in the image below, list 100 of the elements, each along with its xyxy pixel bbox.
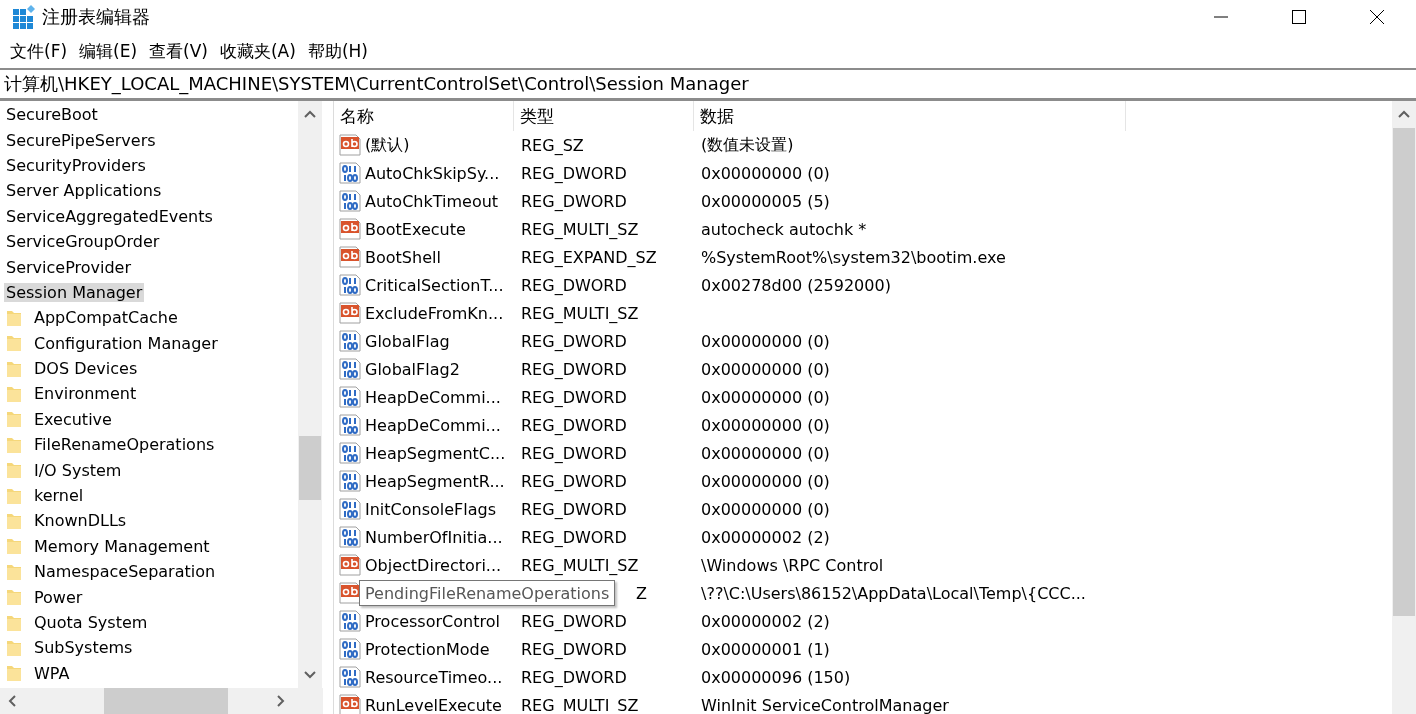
binary-value-icon: [339, 610, 361, 632]
table-cell: REG_DWORD: [521, 611, 627, 631]
table-cell: REG_EXPAND_SZ: [521, 247, 657, 267]
table-cell: ObjectDirectori...: [365, 555, 502, 575]
tree-item[interactable]: ServiceAggregatedEvents: [4, 206, 215, 226]
column-header[interactable]: 数据: [694, 101, 1126, 131]
scrollbar[interactable]: [1392, 101, 1416, 714]
tree-item[interactable]: ServiceProvider: [4, 257, 133, 277]
column-header[interactable]: 名称: [334, 101, 514, 131]
string-value-icon: [339, 246, 361, 268]
scroll-up-icon[interactable]: [304, 110, 316, 118]
table-cell: 0x00000001 (1): [701, 639, 830, 659]
table-cell: 0x00000000 (0): [701, 499, 830, 519]
tree-item[interactable]: SubSystems: [32, 638, 135, 658]
scroll-up-icon[interactable]: [1398, 110, 1410, 118]
scroll-thumb[interactable]: [104, 688, 228, 714]
folder-icon: [6, 638, 22, 657]
scroll-thumb[interactable]: [1393, 128, 1415, 616]
binary-value-icon: [339, 638, 361, 660]
scroll-down-icon[interactable]: [304, 671, 316, 679]
string-value-icon: [339, 302, 361, 324]
folder-icon: [6, 334, 22, 353]
folder-icon: [6, 588, 22, 607]
minimize-icon: [1213, 16, 1229, 18]
table-cell: 0x00278d00 (2592000): [701, 275, 891, 295]
table-cell: HeapDeCommi...: [365, 387, 501, 407]
table-cell: REG_MULTI_SZ: [521, 695, 639, 714]
folder-icon: [6, 359, 22, 378]
tree-item[interactable]: Configuration Manager: [32, 333, 220, 353]
table-cell: REG_DWORD: [521, 639, 627, 659]
table-cell: (默认): [365, 134, 410, 156]
table-cell: REG_DWORD: [521, 667, 627, 687]
table-cell: 0x00000000 (0): [701, 471, 830, 491]
tree-item[interactable]: Power: [32, 587, 85, 607]
menu-item[interactable]: 收藏夹(A): [213, 39, 302, 63]
table-cell: BootShell: [365, 247, 441, 267]
table-cell: %SystemRoot%\system32\bootim.exe: [701, 247, 1006, 267]
tree-item[interactable]: DOS Devices: [32, 359, 140, 379]
table-cell: 0x00000000 (0): [701, 331, 830, 351]
folder-icon: [6, 613, 22, 632]
scrollbar[interactable]: [0, 688, 323, 714]
table-cell: REG_SZ: [521, 135, 584, 155]
address-field[interactable]: 计算机\HKEY_LOCAL_MACHINE\SYSTEM\CurrentControlSet\Control\Session Manager: [0, 68, 1416, 101]
table-cell: NumberOfInitia...: [365, 527, 503, 547]
tree-item[interactable]: SecurePipeServers: [4, 130, 158, 150]
folder-icon: [6, 461, 22, 480]
tree-item[interactable]: SecureBoot: [4, 105, 100, 125]
maximize-icon: [1291, 9, 1307, 25]
folder-icon: [6, 308, 22, 327]
scroll-left-icon[interactable]: [8, 695, 16, 707]
table-cell: ProcessorControl: [365, 611, 500, 631]
column-header[interactable]: 类型: [514, 101, 694, 131]
table-cell: 0x00000002 (2): [701, 527, 830, 547]
table-cell: REG_DWORD: [521, 275, 627, 295]
scroll-thumb[interactable]: [299, 436, 321, 500]
table-cell: REG_DWORD: [521, 443, 627, 463]
folder-icon: [6, 562, 22, 581]
table-cell: AutoChkSkipSy...: [365, 163, 500, 183]
table-cell: REG_DWORD: [521, 191, 627, 211]
folder-icon: [6, 537, 22, 556]
table-cell: RunLevelExecute: [365, 695, 502, 714]
table-cell: ResourceTimeo...: [365, 667, 503, 687]
table-cell: REG_DWORD: [521, 415, 627, 435]
tree-item[interactable]: WPA: [32, 663, 72, 683]
tree-item[interactable]: Executive: [32, 409, 114, 429]
table-cell: REG_DWORD: [521, 359, 627, 379]
menu-item[interactable]: 查看(V): [143, 39, 214, 63]
folder-icon: [6, 435, 22, 454]
tree-item[interactable]: KnownDLLs: [32, 511, 129, 531]
table-cell: 0x00000000 (0): [701, 163, 830, 183]
tree-item[interactable]: ServiceGroupOrder: [4, 232, 162, 252]
tree-item[interactable]: FileRenameOperations: [32, 435, 217, 455]
tree-item[interactable]: SecurityProviders: [4, 155, 148, 175]
tree-item[interactable]: kernel: [32, 486, 86, 506]
tree-item[interactable]: AppCompatCache: [32, 308, 180, 328]
table-cell: InitConsoleFlags: [365, 499, 497, 519]
table-cell: 0x00000000 (0): [701, 387, 830, 407]
tree-item[interactable]: Quota System: [32, 613, 150, 632]
table-cell: \??\C:\Users\86152\AppData\Local\Temp\{CCC...: [701, 583, 1086, 603]
tree-item[interactable]: Environment: [32, 384, 139, 404]
table-cell: HeapDeCommi...: [365, 415, 501, 435]
binary-value-icon: [339, 414, 361, 436]
table-cell: REG_MULTI_SZ: [521, 303, 639, 323]
binary-value-icon: [339, 358, 361, 380]
string-value-icon: [339, 554, 361, 576]
tree-item[interactable]: Memory Management: [32, 536, 212, 556]
table-cell: HeapSegmentC...: [365, 443, 506, 463]
tree-item[interactable]: Server Applications: [4, 181, 164, 201]
table-cell: CriticalSectionT...: [365, 275, 504, 295]
binary-value-icon: [339, 470, 361, 492]
menu-item[interactable]: 编辑(E): [73, 39, 144, 63]
tree-item[interactable]: Session Manager: [4, 282, 145, 302]
scrollbar[interactable]: [298, 101, 322, 688]
menu-item[interactable]: 帮助(H): [301, 39, 374, 63]
tree-item[interactable]: I/O System: [32, 460, 124, 480]
scroll-right-icon[interactable]: [277, 695, 285, 707]
window-title: 注册表编辑器: [42, 5, 150, 29]
menu-item[interactable]: 文件(F): [4, 39, 74, 63]
tree-item[interactable]: NamespaceSeparation: [32, 562, 218, 582]
table-cell: GlobalFlag2: [365, 359, 460, 379]
